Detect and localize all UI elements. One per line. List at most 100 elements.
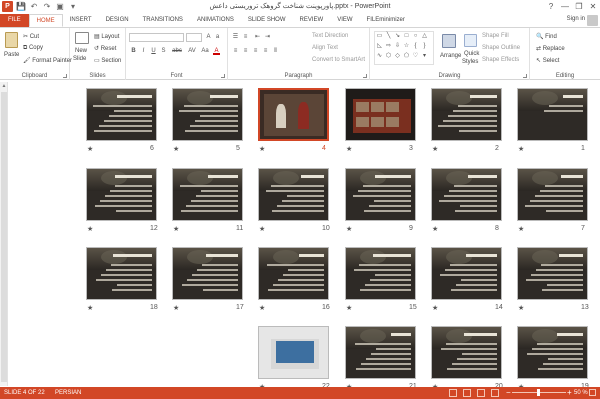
fit-slide-icon[interactable] [589, 389, 596, 396]
shapes-gallery[interactable]: ▭ ╲ ↘ □ ○ △ ◺ ⇨ ⇩ ☆ { } ∿ ⬡ ◇ ⬠ ♡ ▾ [374, 31, 434, 65]
slide-thumbnail[interactable] [86, 168, 157, 221]
arrange-icon[interactable] [442, 34, 456, 48]
slide-thumbnail[interactable] [258, 247, 329, 300]
font-color-button[interactable]: A [213, 48, 220, 55]
shadow-button[interactable]: S [160, 48, 167, 55]
reset-button[interactable]: ↺ Reset [94, 45, 116, 52]
new-slide-label-2[interactable]: Slide [73, 56, 86, 62]
sign-in-link[interactable]: Sign in [567, 16, 585, 22]
increase-indent-icon[interactable]: ⇥ [264, 34, 271, 41]
slideshow-view-icon[interactable] [491, 389, 499, 397]
change-case-button[interactable]: Aa [200, 48, 210, 55]
zoom-in-icon[interactable]: + [567, 388, 572, 397]
transition-star-icon[interactable]: ★ [87, 304, 93, 312]
slide-thumbnail[interactable] [431, 88, 502, 141]
zoom-out-icon[interactable]: − [506, 388, 511, 397]
slide-thumbnail[interactable] [86, 88, 157, 141]
numbering-icon[interactable]: ≡ [242, 34, 249, 41]
zoom-slider-thumb[interactable] [537, 389, 540, 396]
shape-brace-icon[interactable]: { [412, 43, 419, 50]
shape-more-icon[interactable]: ▾ [421, 53, 428, 60]
strikethrough-button[interactable]: abc [171, 48, 183, 55]
paste-button[interactable]: Paste [4, 52, 19, 58]
find-button[interactable]: 🔍 Find [536, 33, 557, 40]
tab-file[interactable]: FILE [0, 14, 29, 27]
char-spacing-button[interactable]: AV [187, 48, 197, 55]
restore-icon[interactable]: ❐ [572, 0, 586, 13]
shape-effects-button[interactable]: Shape Effects [482, 57, 519, 63]
clipboard-launcher-icon[interactable] [63, 74, 67, 78]
shape-pentagon-icon[interactable]: ⬠ [403, 53, 410, 60]
new-slide-label-1[interactable]: New [75, 48, 87, 54]
convert-smartart-button[interactable]: Convert to SmartArt [312, 57, 365, 63]
shape-heart-icon[interactable]: ♡ [412, 53, 419, 60]
replace-button[interactable]: ⇄ Replace [536, 45, 565, 52]
cut-button[interactable]: ✂ Cut [23, 33, 39, 40]
slide-thumbnail[interactable] [86, 247, 157, 300]
shape-curve-icon[interactable]: ∿ [376, 53, 383, 60]
justify-icon[interactable]: ≡ [262, 48, 269, 55]
minimize-icon[interactable]: — [558, 0, 572, 13]
slide-thumbnail[interactable] [345, 247, 416, 300]
shape-rarrow-icon[interactable]: ⇨ [385, 43, 392, 50]
shape-textbox-icon[interactable]: ▭ [376, 33, 383, 40]
shape-arrow-icon[interactable]: ↘ [394, 33, 401, 40]
transition-star-icon[interactable]: ★ [432, 225, 438, 233]
shape-darrow-icon[interactable]: ⇩ [394, 43, 401, 50]
reading-view-icon[interactable] [477, 389, 485, 397]
transition-star-icon[interactable]: ★ [87, 225, 93, 233]
slide-thumbnail[interactable] [517, 326, 588, 379]
slide-thumbnail[interactable] [431, 326, 502, 379]
transition-star-icon[interactable]: ★ [173, 304, 179, 312]
transition-star-icon[interactable]: ★ [173, 225, 179, 233]
text-direction-button[interactable]: Text Direction [312, 33, 348, 39]
transition-star-icon[interactable]: ★ [518, 145, 524, 153]
shape-star-icon[interactable]: ☆ [403, 43, 410, 50]
section-button[interactable]: ▭ Section [94, 57, 121, 64]
quick-styles-label-2[interactable]: Styles [462, 59, 478, 65]
select-button[interactable]: ↖ Select [536, 57, 559, 64]
transition-star-icon[interactable]: ★ [173, 145, 179, 153]
transition-star-icon[interactable]: ★ [259, 225, 265, 233]
transition-star-icon[interactable]: ★ [518, 225, 524, 233]
shape-fill-button[interactable]: Shape Fill [482, 33, 509, 39]
tab-fileminimizer[interactable]: FILEminimizer [360, 14, 412, 27]
transition-star-icon[interactable]: ★ [346, 304, 352, 312]
shape-diamond-icon[interactable]: ◇ [394, 53, 401, 60]
bold-button[interactable]: B [130, 48, 137, 55]
underline-button[interactable]: U [150, 48, 157, 55]
italic-button[interactable]: I [140, 48, 147, 55]
paste-icon[interactable] [5, 32, 18, 48]
shape-line-icon[interactable]: ╲ [385, 33, 392, 40]
layout-button[interactable]: ▤ Layout [94, 33, 119, 40]
language-indicator[interactable]: PERSIAN [55, 390, 81, 396]
shrink-font-icon[interactable]: a [214, 34, 221, 41]
slide-thumbnail[interactable] [172, 168, 243, 221]
quick-styles-icon[interactable] [464, 34, 477, 47]
copy-button[interactable]: ⧉ Copy [23, 45, 43, 52]
shape-rect-icon[interactable]: □ [403, 33, 410, 40]
slide-thumbnail[interactable] [345, 168, 416, 221]
tab-slide-show[interactable]: SLIDE SHOW [241, 14, 293, 27]
scroll-thumb[interactable] [1, 92, 7, 382]
normal-view-icon[interactable] [449, 389, 457, 397]
font-launcher-icon[interactable] [221, 74, 225, 78]
align-center-icon[interactable]: ≡ [242, 48, 249, 55]
slide-sorter-view-icon[interactable] [463, 389, 471, 397]
scroll-up-icon[interactable]: ▲ [1, 83, 7, 89]
zoom-level[interactable]: 50 % [574, 390, 588, 396]
shape-brace2-icon[interactable]: } [421, 43, 428, 50]
vertical-scrollbar[interactable]: ▲ [0, 82, 8, 386]
slide-thumbnail[interactable] [258, 168, 329, 221]
transition-star-icon[interactable]: ★ [259, 304, 265, 312]
shape-rtriangle-icon[interactable]: ◺ [376, 43, 383, 50]
bullets-icon[interactable]: ☰ [232, 34, 239, 41]
slide-thumbnail[interactable] [345, 88, 416, 141]
slide-thumbnail[interactable] [517, 168, 588, 221]
shape-triangle-icon[interactable]: △ [421, 33, 428, 40]
align-left-icon[interactable]: ≡ [232, 48, 239, 55]
new-slide-icon[interactable] [75, 32, 89, 44]
slide-thumbnail[interactable] [517, 247, 588, 300]
slide-thumbnail[interactable] [431, 247, 502, 300]
quick-styles-label-1[interactable]: Quick [464, 51, 479, 57]
